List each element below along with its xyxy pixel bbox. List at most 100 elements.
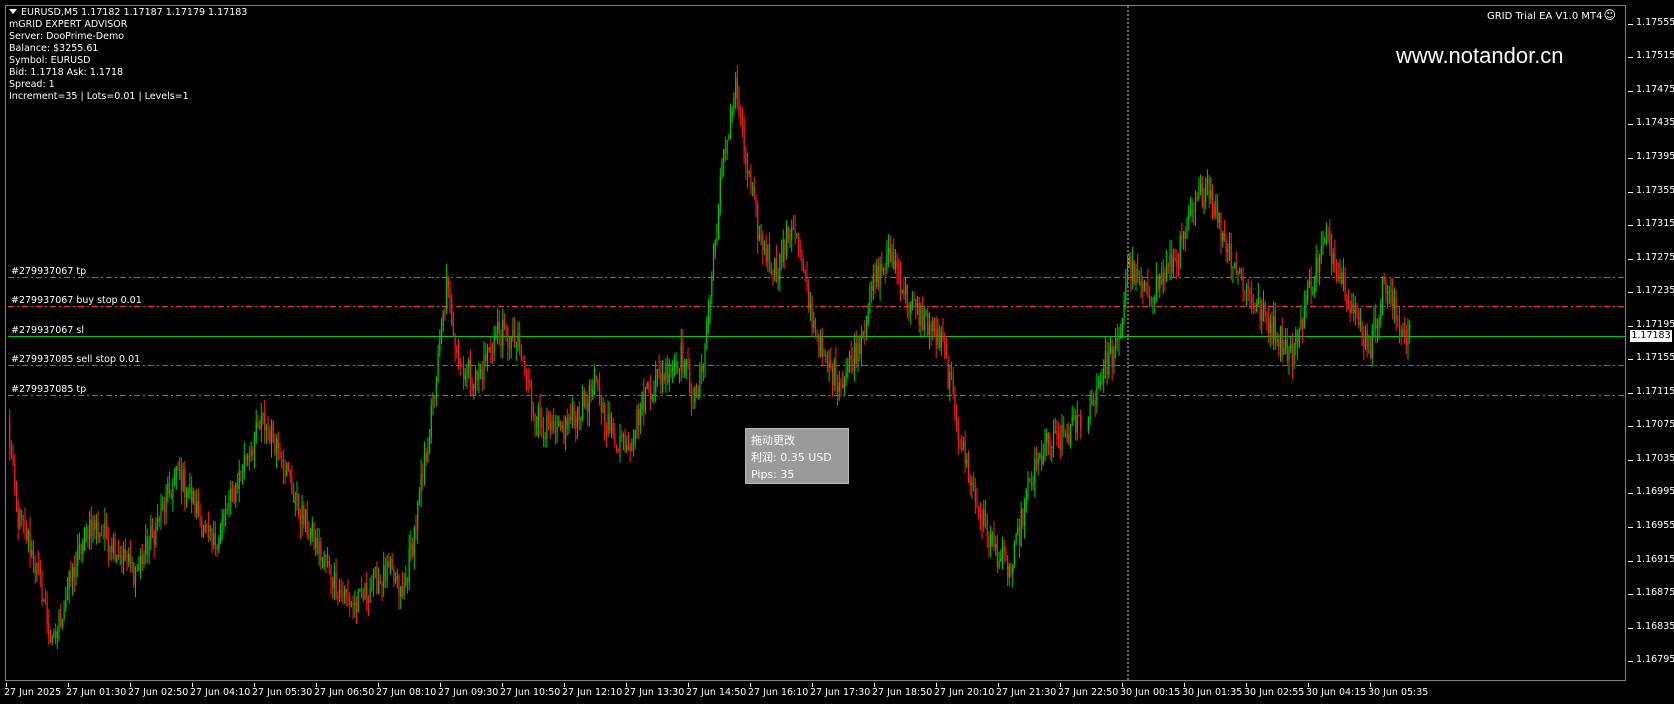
ea-title: mGRID EXPERT ADVISOR <box>9 19 128 30</box>
candle-body <box>502 319 504 347</box>
candle-body <box>602 402 604 412</box>
candle-body <box>558 420 560 428</box>
candle-body <box>1109 346 1112 354</box>
candle-body <box>746 165 749 174</box>
order-label-1[interactable]: #279937067 buy stop 0.01 <box>11 295 142 306</box>
candlestick-chart[interactable] <box>0 0 1628 683</box>
candle-body <box>362 595 364 600</box>
price-tick-label: 1.16795 <box>1636 654 1674 665</box>
candle-body <box>486 350 488 362</box>
candle-body <box>1339 272 1341 279</box>
candle-body <box>561 425 563 429</box>
candle-body <box>1261 310 1263 321</box>
candle-body <box>911 299 913 305</box>
candle-body <box>1245 285 1248 292</box>
candle-body <box>707 313 709 322</box>
candle-body <box>1329 230 1331 246</box>
price-scale[interactable]: 1.17555 1.17515 1.17475 1.17435 1.17395 1.173… <box>1628 0 1674 683</box>
candle-body <box>1171 253 1173 273</box>
candle-body <box>825 354 827 356</box>
order-label-2[interactable]: #279937067 sl <box>11 325 84 336</box>
candle-body <box>1179 235 1181 269</box>
candle-body <box>126 560 128 562</box>
ea-status-label[interactable]: GRID Trial EA V1.0 MT4☺ <box>1487 8 1616 22</box>
candle-body <box>716 237 718 241</box>
candle-body <box>240 470 242 473</box>
candle-body <box>537 407 539 426</box>
candle-body <box>1370 349 1372 359</box>
candle-body <box>612 423 614 435</box>
candle-body <box>1029 478 1031 481</box>
candle-body <box>194 491 196 514</box>
candle-body <box>689 368 691 393</box>
candle-body <box>605 426 607 433</box>
candle-body <box>1116 338 1118 341</box>
candle-body <box>395 578 397 582</box>
candle-body <box>1076 415 1078 433</box>
triangle-down-icon[interactable] <box>9 9 17 14</box>
order-label-4[interactable]: #279937085 tp <box>11 384 86 395</box>
time-tick-label: 27 Jun 09:30 <box>438 687 499 698</box>
candle-body <box>1104 351 1106 368</box>
order-label-3[interactable]: #279937085 sell stop 0.01 <box>11 354 140 365</box>
candle-body <box>27 530 29 541</box>
candle-body <box>651 394 653 400</box>
candle-body <box>1145 282 1147 284</box>
order-label-0[interactable]: #279937067 tp <box>11 266 86 277</box>
candle-body <box>503 319 505 327</box>
candle-body <box>1213 205 1215 216</box>
time-tick-label: 27 Jun 06:50 <box>314 687 375 698</box>
tooltip-profit: 利润: 0.35 USD <box>751 451 832 464</box>
candle-body <box>1405 330 1407 346</box>
candle-body <box>1273 315 1275 340</box>
candle-body <box>38 562 40 567</box>
candle-body <box>694 387 696 403</box>
candle-body <box>570 417 572 421</box>
candle-body <box>1018 527 1021 546</box>
candle-body <box>634 430 636 441</box>
candle-body <box>1206 179 1208 184</box>
candle-body <box>957 430 959 440</box>
candle-body <box>364 582 366 600</box>
candle-body <box>639 409 641 426</box>
time-scale[interactable]: 27 Jun 2025 27 Jun 01:30 27 Jun 02:50 27 Ju… <box>0 683 1628 704</box>
candle-body <box>1268 317 1270 334</box>
candle-body <box>58 613 60 632</box>
candle-body <box>1341 272 1343 284</box>
candle-body <box>831 367 834 386</box>
candle-body <box>143 554 145 564</box>
candle-body <box>616 445 618 450</box>
candle-body <box>1242 276 1244 291</box>
candle-body <box>1099 382 1101 385</box>
candle-body <box>1247 285 1249 289</box>
candle-body <box>610 423 613 432</box>
candle-body <box>966 459 968 464</box>
candle-body <box>179 469 181 471</box>
candle-body <box>658 369 660 373</box>
candle-body <box>1334 253 1336 270</box>
candle-body <box>298 493 300 516</box>
candle-body <box>1142 281 1144 292</box>
candle-body <box>1310 281 1312 294</box>
candle-body <box>515 346 517 348</box>
candle-body <box>192 491 194 504</box>
candle-body <box>1184 231 1186 239</box>
candle-body <box>672 366 674 371</box>
price-tick-mark <box>1628 527 1633 528</box>
candle-body <box>808 288 810 309</box>
candle-body <box>1234 263 1236 267</box>
candle-body <box>571 406 573 421</box>
candle-body <box>1046 433 1048 442</box>
candle-body <box>806 274 808 289</box>
candle-body <box>609 413 611 432</box>
time-tick-label: 27 Jun 05:30 <box>252 687 313 698</box>
candle-body <box>39 566 41 574</box>
candle-body <box>286 462 288 477</box>
candle-body <box>1264 302 1266 317</box>
candle-body <box>265 427 267 430</box>
candle-body <box>896 260 898 270</box>
candle-body <box>763 248 766 251</box>
candle-body <box>969 480 971 486</box>
candle-body <box>743 123 745 150</box>
candle-body <box>1320 246 1322 256</box>
